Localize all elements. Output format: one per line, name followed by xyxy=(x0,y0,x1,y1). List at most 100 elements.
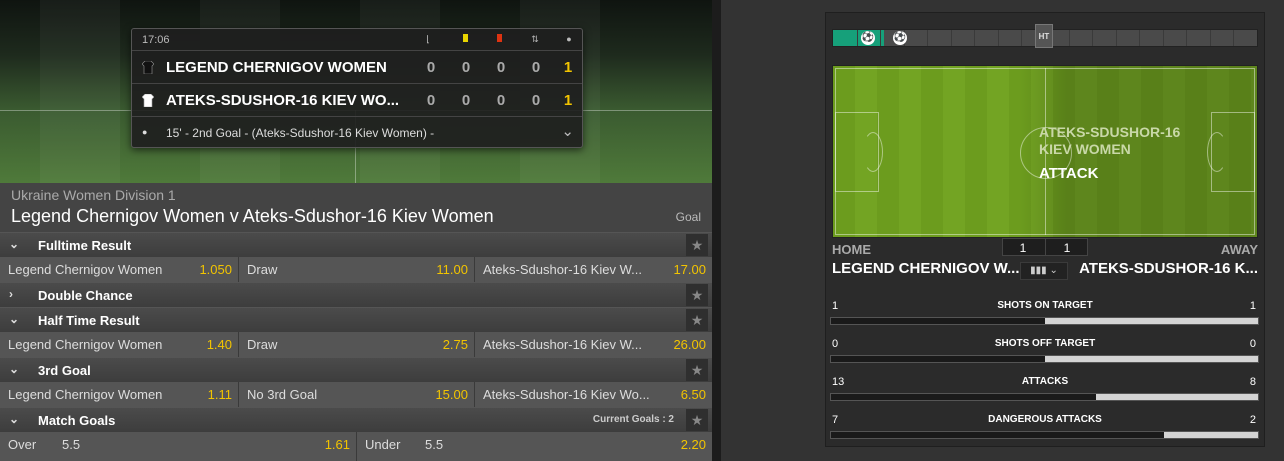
chevron-right-icon: › xyxy=(9,287,13,301)
market-name: 3rd Goal xyxy=(38,363,91,378)
chevron-down-icon: ⌄ xyxy=(9,237,20,251)
timeline-tick xyxy=(1115,30,1117,46)
timeline-tick xyxy=(880,30,882,46)
market-name: Match Goals xyxy=(38,413,116,428)
timeline-tick xyxy=(1021,30,1023,46)
star-icon[interactable]: ★ xyxy=(686,309,708,331)
stat-bar-home-fill xyxy=(831,432,1165,438)
chevron-down-icon: ⌄ xyxy=(9,312,20,326)
stat-label: DANGEROUS ATTACKS xyxy=(988,414,1102,425)
selection-name: Legend Chernigov Women xyxy=(8,387,163,402)
selection-name: Draw xyxy=(247,337,278,352)
away-shirt-icon xyxy=(142,94,154,107)
market-header-half-time-result[interactable]: ⌄ Half Time Result ★ xyxy=(0,307,712,332)
stat-bar-home-fill xyxy=(831,318,1045,324)
away-team-name: ATEKS-SDUSHOR-16 KIEV WO... xyxy=(166,92,400,109)
selection-away[interactable]: Ateks-Sdushor-16 Kiev W... 17.00 xyxy=(475,257,712,282)
selection-name: Ateks-Sdushor-16 Kiev Wo... xyxy=(483,387,650,402)
chevron-down-icon[interactable]: ⌄ xyxy=(561,122,574,140)
match-timeline: ⚽ ⚽ HT xyxy=(832,24,1258,48)
chevron-down-icon: ⌄ xyxy=(9,412,20,426)
stat-away-value: 8 xyxy=(1249,376,1256,388)
selection-odds: 11.00 xyxy=(436,262,468,277)
home-yellow-cards: 0 xyxy=(461,59,471,76)
scoreboard-home-row: LEGEND CHERNIGOV WOMEN 0 0 0 0 1 xyxy=(132,51,582,84)
star-icon[interactable]: ★ xyxy=(686,409,708,431)
scoreboard-header: 17:06 ⌊ ⇅ ● xyxy=(132,29,582,51)
selection-odds: 1.050 xyxy=(199,262,232,277)
away-label: AWAY xyxy=(1220,242,1258,257)
match-tracker-panel: ⚽ ⚽ HT ATEKS-SDUSHOR-16 KIEV WOMEN ATTACK… xyxy=(721,0,1284,461)
goal-icon: ● xyxy=(566,34,572,44)
selection-odds: 1.11 xyxy=(207,387,232,402)
timeline-tick xyxy=(927,30,929,46)
stat-away-value: 1 xyxy=(1249,300,1256,312)
match-tracker: ⚽ ⚽ HT ATEKS-SDUSHOR-16 KIEV WOMEN ATTACK… xyxy=(825,12,1265,447)
selection-under[interactable]: Under 5.5 2.20 xyxy=(357,432,712,461)
market-name: Double Chance xyxy=(38,288,133,303)
timeline-progress xyxy=(833,30,884,46)
selection-line: 5.5 xyxy=(62,437,81,452)
selection-odds: 15.00 xyxy=(435,387,468,402)
away-subs: 0 xyxy=(531,92,541,109)
selection-home[interactable]: Legend Chernigov Women 1.11 xyxy=(0,382,239,407)
home-goals: 1 xyxy=(563,59,573,76)
selection-odds: 17.00 xyxy=(673,262,706,277)
home-team-name: LEGEND CHERNIGOV WOMEN xyxy=(166,59,387,76)
timeline-tick xyxy=(1092,30,1094,46)
selection-odds: 2.75 xyxy=(442,337,468,352)
stat-bar xyxy=(830,355,1259,363)
chevron-down-icon: ⌄ xyxy=(9,362,20,376)
selection-odds: 26.00 xyxy=(673,337,706,352)
stat-dangerous-attacks: 7 DANGEROUS ATTACKS 2 xyxy=(830,411,1260,447)
selection-draw[interactable]: Draw 11.00 xyxy=(239,257,475,282)
home-score: 1 xyxy=(1019,241,1027,255)
scoreboard-popup: 17:06 ⌊ ⇅ ● LEGEND CHERNIGOV WOMEN 0 0 0… xyxy=(131,28,583,148)
timeline-tick xyxy=(950,30,952,46)
away-goals: 1 xyxy=(563,92,573,109)
timeline-tick xyxy=(1068,30,1070,46)
selection-draw[interactable]: Draw 2.75 xyxy=(239,332,475,357)
market-name: Fulltime Result xyxy=(38,238,132,253)
selection-name: Ateks-Sdushor-16 Kiev W... xyxy=(483,262,642,277)
stat-label: SHOTS ON TARGET xyxy=(997,300,1093,311)
selection-over[interactable]: Over 5.5 1.61 xyxy=(0,432,357,461)
current-goals-label: Current Goals : 2 xyxy=(592,414,674,425)
attack-label: ATTACK xyxy=(1039,165,1099,182)
star-icon[interactable]: ★ xyxy=(686,359,708,381)
selection-odds: 6.50 xyxy=(680,387,706,402)
pitch-visualization: ATEKS-SDUSHOR-16 KIEV WOMEN ATTACK xyxy=(832,65,1258,238)
panel-divider[interactable] xyxy=(712,0,721,461)
selection-home[interactable]: Legend Chernigov Women 1.050 xyxy=(0,257,239,282)
event-title: Legend Chernigov Women v Ateks-Sdushor-1… xyxy=(11,206,494,226)
market-header-fulltime-result[interactable]: ⌄ Fulltime Result ★ xyxy=(0,232,712,257)
market-header-3rd-goal[interactable]: ⌄ 3rd Goal ★ xyxy=(0,357,712,382)
selection-name: Legend Chernigov Women xyxy=(8,337,163,352)
timeline-tick xyxy=(997,30,999,46)
stat-bar xyxy=(830,317,1259,325)
market-header-match-goals[interactable]: ⌄ Match Goals Current Goals : 2 ★ xyxy=(0,407,712,432)
stat-bar-home-fill xyxy=(831,394,1096,400)
red-card-icon xyxy=(494,34,504,44)
timeline-tick xyxy=(1186,30,1188,46)
attacking-team-name: ATEKS-SDUSHOR-16 KIEV WOMEN xyxy=(1039,124,1181,157)
last-event-bar[interactable]: ● 15' - 2nd Goal - (Ateks-Sdushor-16 Kie… xyxy=(132,119,582,147)
timeline-tick xyxy=(1233,30,1235,46)
selection-name: Under xyxy=(365,437,401,452)
last-event-text: 15' - 2nd Goal - (Ateks-Sdushor-16 Kiev … xyxy=(166,126,435,140)
selection-away[interactable]: Ateks-Sdushor-16 Kiev W... 26.00 xyxy=(475,332,712,357)
star-icon[interactable]: ★ xyxy=(686,234,708,256)
stat-shots-off-target: 0 SHOTS OFF TARGET 0 xyxy=(830,335,1260,371)
stats-view-dropdown[interactable]: ▮▮▮ ⌄ xyxy=(1020,262,1068,280)
home-red-cards: 0 xyxy=(496,59,506,76)
scoreboard-away-row: ATEKS-SDUSHOR-16 KIEV WO... 0 0 0 0 1 xyxy=(132,84,582,117)
away-team-name: ATEKS-SDUSHOR-16 K... xyxy=(1079,260,1258,277)
market-header-double-chance[interactable]: › Double Chance ★ xyxy=(0,282,712,307)
yellow-card-icon xyxy=(460,34,470,44)
away-corners: 0 xyxy=(426,92,436,109)
selection-no-goal[interactable]: No 3rd Goal 15.00 xyxy=(239,382,475,407)
selection-home[interactable]: Legend Chernigov Women 1.40 xyxy=(0,332,239,357)
timeline-tick xyxy=(1162,30,1164,46)
star-icon[interactable]: ★ xyxy=(686,284,708,306)
selection-away[interactable]: Ateks-Sdushor-16 Kiev Wo... 6.50 xyxy=(475,382,712,407)
